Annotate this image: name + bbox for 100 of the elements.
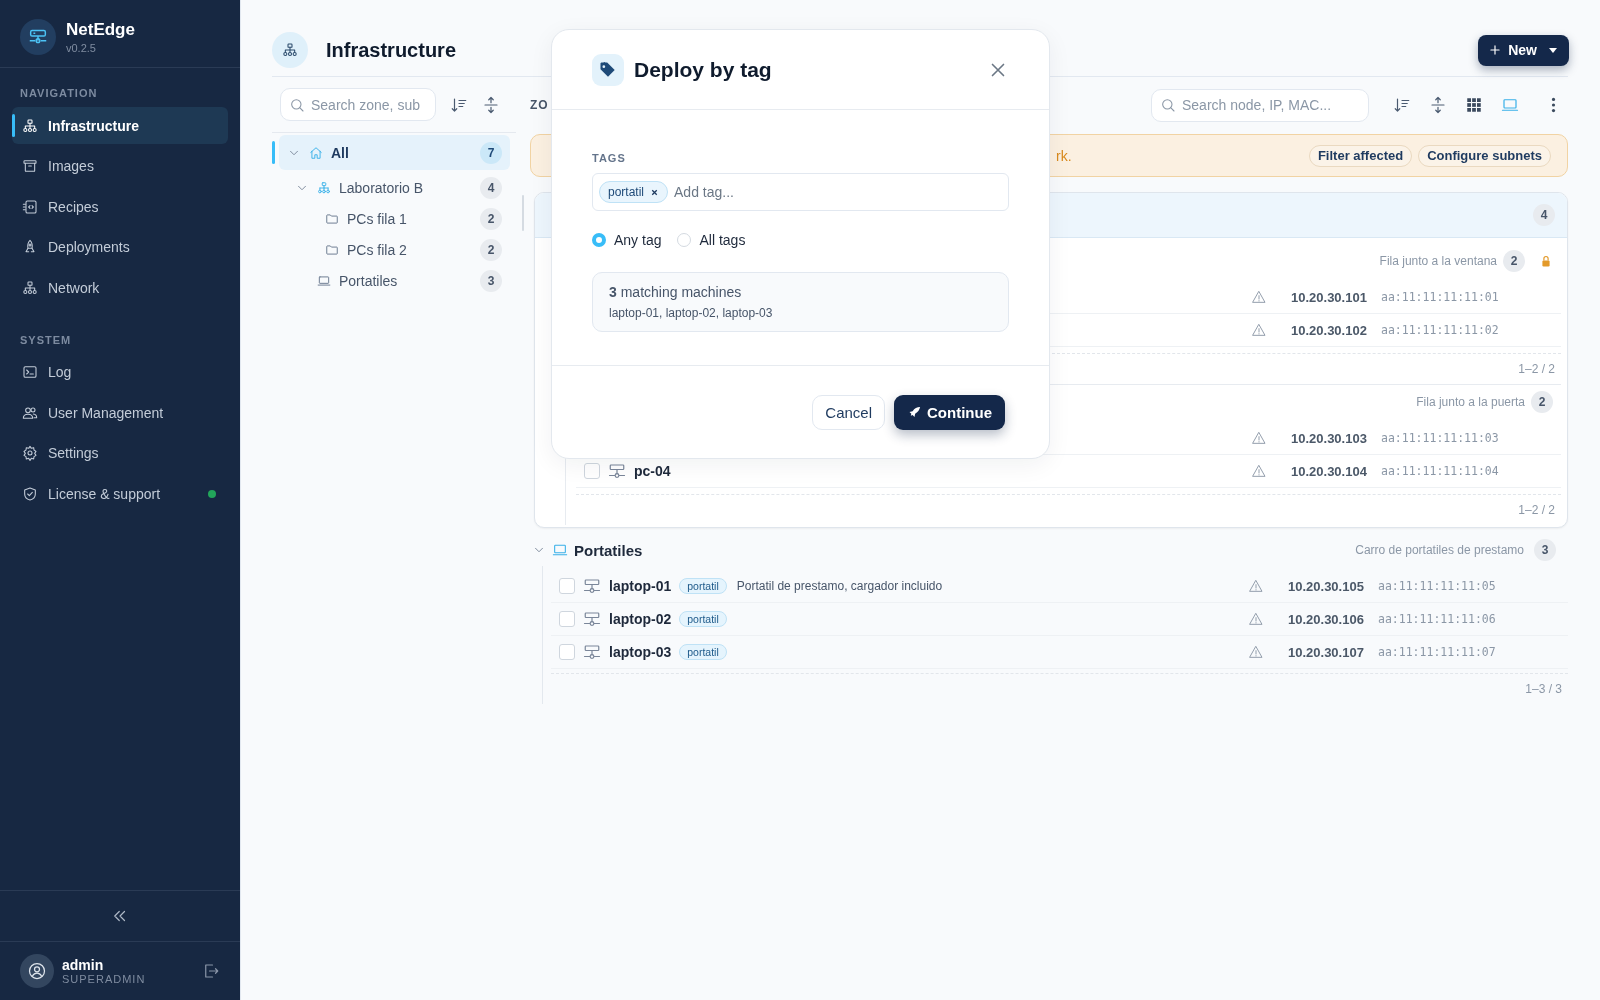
ip-address: 10.20.30.101 xyxy=(1291,289,1368,305)
search-field[interactable]: Search node, IP, MAC... xyxy=(1151,88,1369,122)
nav-section-heading: NAVIGATION xyxy=(19,86,99,101)
caret-icon[interactable] xyxy=(1549,47,1557,53)
nav-item[interactable]: Settings xyxy=(12,434,228,472)
nav-item[interactable]: User Management xyxy=(12,394,228,431)
count-badge: 2 xyxy=(1503,250,1525,272)
nav-item[interactable]: License & support xyxy=(12,475,228,512)
tree-item[interactable]: PCs fila 1 2 xyxy=(279,203,510,234)
search-icon xyxy=(289,96,305,113)
rocket-icon xyxy=(22,239,38,255)
app-name: NetEdge xyxy=(66,19,135,40)
mac-address: aa:11:11:11:11:03 xyxy=(1381,431,1500,445)
home-icon xyxy=(309,145,323,160)
node-name[interactable]: laptop-01 xyxy=(609,578,672,594)
mac-address: aa:11:11:11:11:06 xyxy=(1378,612,1497,626)
tree-item[interactable]: Laboratorio B 4 xyxy=(279,172,510,203)
checkbox[interactable] xyxy=(559,578,575,594)
match-list: laptop-01, laptop-02, laptop-03 xyxy=(609,306,992,320)
nav-item[interactable]: Images xyxy=(12,147,228,185)
tag: portatil xyxy=(679,644,727,660)
mac-address: aa:11:11:11:11:02 xyxy=(1381,323,1500,337)
ip-address: 10.20.30.104 xyxy=(1291,463,1368,479)
mac-address: aa:11:11:11:11:05 xyxy=(1378,579,1497,593)
search-field[interactable]: Search zone, sub xyxy=(280,88,436,121)
sort-icon[interactable] xyxy=(450,95,468,114)
nav-item[interactable]: Recipes xyxy=(12,188,228,225)
count-badge: 3 xyxy=(480,269,502,292)
sitemap-icon xyxy=(22,117,38,134)
archive-box-icon xyxy=(22,158,38,174)
node-name[interactable]: pc-04 xyxy=(634,463,671,479)
folder-icon xyxy=(325,242,339,257)
pagination-range: 1–2 / 2 xyxy=(1518,503,1555,517)
banner-action-button[interactable]: Filter affected xyxy=(1308,144,1413,167)
mac-address: aa:11:11:11:11:07 xyxy=(1378,645,1497,659)
section-title: Portatiles xyxy=(574,541,644,559)
avatar xyxy=(20,954,54,988)
checkbox[interactable] xyxy=(559,644,575,660)
mac-address: aa:11:11:11:11:01 xyxy=(1381,290,1500,304)
server-icon xyxy=(608,462,626,480)
sitemap-icon xyxy=(272,32,308,68)
group-note: Fila junto a la puerta xyxy=(1416,395,1525,409)
node-name[interactable]: laptop-02 xyxy=(609,611,672,627)
laptop-icon xyxy=(552,542,568,558)
grid-view-icon[interactable] xyxy=(1465,96,1483,114)
shield-icon xyxy=(22,485,38,502)
terminal-icon xyxy=(22,364,38,380)
nav-item[interactable]: Network xyxy=(12,269,228,306)
code-file-icon xyxy=(22,198,38,215)
dialog-title: Deploy by tag xyxy=(634,57,773,82)
app-version: v0.2.5 xyxy=(66,41,97,54)
section-note: Carro de portatiles de prestamo xyxy=(1355,543,1524,557)
laptop-icon xyxy=(317,273,331,288)
checkbox[interactable] xyxy=(584,463,600,479)
checkbox[interactable] xyxy=(559,611,575,627)
count-badge: 4 xyxy=(1533,204,1555,226)
radio-option[interactable]: Any tag xyxy=(592,232,662,248)
nav-item[interactable]: Deployments xyxy=(12,228,228,266)
pagination-range: 1–2 / 2 xyxy=(1518,362,1555,376)
folder-icon xyxy=(325,211,339,226)
radio-option[interactable]: All tags xyxy=(677,232,746,248)
cancel-button[interactable]: Cancel xyxy=(812,394,885,430)
node-name[interactable]: laptop-03 xyxy=(609,644,672,660)
ip-address: 10.20.30.106 xyxy=(1288,611,1365,627)
count-badge: 7 xyxy=(480,141,502,164)
continue-button[interactable]: Continue xyxy=(894,394,1005,430)
rocket-icon xyxy=(907,404,922,420)
field-label: TAGS xyxy=(592,152,627,164)
nav-item[interactable]: Log xyxy=(12,353,228,391)
server-icon xyxy=(583,577,601,595)
users-icon xyxy=(22,404,38,421)
tag-input-field[interactable]: portatil Add tag... xyxy=(592,173,1009,211)
sitemap-icon xyxy=(317,180,331,195)
remove-icon[interactable] xyxy=(650,187,660,197)
group-note: Fila junto a la ventana xyxy=(1379,254,1497,268)
server-icon xyxy=(583,610,601,628)
banner-action-button[interactable]: Configure subnets xyxy=(1418,144,1551,167)
more-icon[interactable] xyxy=(1551,97,1556,113)
count-badge: 3 xyxy=(1534,539,1556,561)
nav-item[interactable]: Infrastructure xyxy=(12,107,228,144)
ip-address: 10.20.30.107 xyxy=(1288,644,1365,660)
expand-icon[interactable] xyxy=(482,95,500,114)
logo-icon xyxy=(20,18,56,55)
tree-item[interactable]: PCs fila 2 2 xyxy=(279,234,510,265)
tag: portatil xyxy=(679,578,727,594)
new-button[interactable]: New xyxy=(1478,34,1569,66)
tag-chip[interactable]: portatil xyxy=(599,181,669,203)
sort-icon[interactable] xyxy=(1393,96,1411,114)
ip-address: 10.20.30.105 xyxy=(1288,578,1365,594)
count-badge: 2 xyxy=(480,207,502,230)
toolbar-label: ZO xyxy=(530,98,550,112)
user-role: SUPERADMIN xyxy=(62,973,147,985)
plus-icon xyxy=(1488,43,1503,57)
logout-icon[interactable] xyxy=(202,962,220,980)
count-badge: 2 xyxy=(480,238,502,261)
expand-icon[interactable] xyxy=(1429,96,1447,114)
search-icon xyxy=(1160,97,1176,113)
tree-item[interactable]: Portatiles 3 xyxy=(279,265,510,296)
user-name: admin xyxy=(62,957,105,973)
banner-text: rk. xyxy=(1056,147,1072,164)
